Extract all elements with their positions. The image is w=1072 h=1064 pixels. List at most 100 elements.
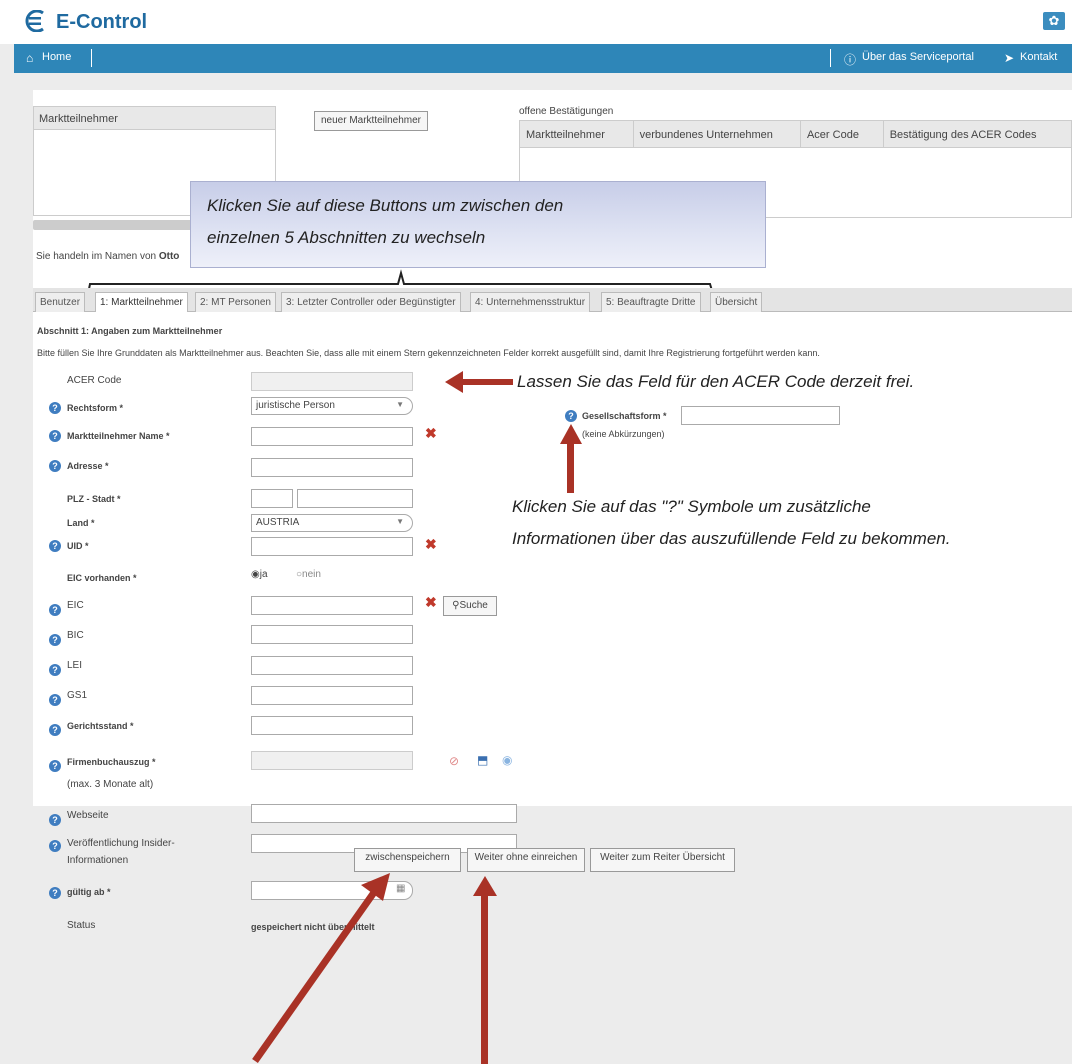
top-header: E-Control ✿ [0,0,1072,44]
help-note-1: Klicken Sie auf das "?" Symbole um zusät… [512,497,871,516]
e-control-logo-icon [25,10,44,32]
eic-vorhanden-label: EIC vorhanden * [67,573,137,583]
help-question-icon[interactable]: ? [49,460,61,472]
gesellschaftsform-note: (keine Abkürzungen) [582,429,665,439]
bic-label: BIC [67,630,84,641]
gesellschaftsform-label: Gesellschaftsform * [582,411,667,421]
help-question-icon[interactable]: ? [49,814,61,826]
gs1-input[interactable] [251,686,413,705]
help-question-icon[interactable]: ? [49,887,61,899]
eic-label: EIC [67,600,84,611]
land-value: AUSTRIA [256,517,300,528]
weiter-uebersicht-button[interactable]: Weiter zum Reiter Übersicht [590,848,735,872]
adresse-label: Adresse * [67,461,109,471]
bic-input[interactable] [251,625,413,644]
uid-input[interactable] [251,537,413,556]
nav-bar: ⌂ Home ⓘ Über das Serviceportal ➤ Kontak… [14,44,1072,73]
annotation-arrow [473,876,497,1064]
chevron-down-icon: ▼ [396,517,404,526]
pending-col-confirm[interactable]: Bestätigung des ACER Codes [884,121,1071,147]
help-question-icon[interactable]: ? [49,540,61,552]
annotation-arrowhead [560,424,582,444]
rechtsform-label: Rechtsform * [67,403,124,413]
plz-input[interactable] [251,489,293,508]
acer-code-label: ACER Code [67,375,122,386]
webseite-label: Webseite [67,810,109,821]
section-title: Abschnitt 1: Angaben zum Marktteilnehmer [37,326,223,336]
help-question-icon[interactable]: ? [49,724,61,736]
firmenbuch-input [251,751,413,770]
lei-input[interactable] [251,656,413,675]
stadt-input[interactable] [297,489,413,508]
nav-contact[interactable]: Kontakt [1020,51,1057,63]
rechtsform-select[interactable]: juristische Person ▼ [251,397,413,415]
webseite-input[interactable] [251,804,517,823]
help-question-icon[interactable]: ? [565,410,577,422]
participants-heading: Marktteilnehmer [33,106,276,130]
help-question-icon[interactable]: ? [49,430,61,442]
tab-marktteilnehmer[interactable]: 1: Marktteilnehmer [95,292,188,312]
callout-line-1: Klicken Sie auf diese Buttons um zwische… [207,196,564,215]
adresse-input[interactable] [251,458,413,477]
help-question-icon[interactable]: ? [49,664,61,676]
gesellschaftsform-input[interactable] [681,406,840,425]
help-question-icon[interactable]: ? [49,402,61,414]
eic-input[interactable] [251,596,413,615]
nav-divider [91,49,92,67]
help-question-icon[interactable]: ? [49,634,61,646]
error-x-icon: ✖ [425,425,437,441]
acer-note: Lassen Sie das Feld für den ACER Code de… [517,372,915,391]
acer-code-input [251,372,413,391]
pending-col-participant[interactable]: Marktteilnehmer [520,121,634,147]
callout-line-2: einzelnen 5 Abschnitten zu wechseln [207,228,486,247]
weiter-ohne-einreichen-button[interactable]: Weiter ohne einreichen [467,848,585,872]
acting-for-name: Otto [158,251,180,262]
firmenbuch-note: (max. 3 Monate alt) [67,779,154,790]
tab-mt-personen[interactable]: 2: MT Personen [195,292,276,312]
annotation-arrow [457,379,513,385]
lei-label: LEI [67,660,83,671]
chevron-down-icon: ▼ [396,400,404,409]
radio-ja[interactable]: ◉ja [251,569,268,580]
help-question-icon[interactable]: ? [49,604,61,616]
annotation-arrowhead [445,371,463,393]
new-participant-button[interactable]: neuer Marktteilnehmer [314,111,428,131]
radio-nein-label: nein [302,569,321,580]
brand-name: E-Control [56,11,148,33]
pending-col-company[interactable]: verbundenes Unternehmen [634,121,801,147]
tab-unternehmensstruktur[interactable]: 4: Unternehmensstruktur [470,292,591,312]
land-select[interactable]: AUSTRIA ▼ [251,514,413,532]
tab-controller[interactable]: 3: Letzter Controller oder Begünstigter [281,292,461,312]
help-question-icon[interactable]: ? [49,694,61,706]
help-question-icon[interactable]: ? [49,760,61,772]
status-label: Status [67,920,96,931]
insider-label-2: Informationen [67,855,129,866]
annotation-arrow [567,440,574,493]
gueltig-label: gültig ab * [67,887,111,897]
section-tabs: Benutzer 1: Marktteilnehmer 2: MT Person… [33,288,1072,312]
gs1-label: GS1 [67,690,88,701]
nav-about[interactable]: Über das Serviceportal [862,51,974,63]
search-button[interactable]: ⚲Suche [443,596,497,616]
view-icon[interactable]: ◉ [502,753,512,767]
name-input[interactable] [251,427,413,446]
pending-col-acer[interactable]: Acer Code [801,121,884,147]
radio-ja-label: ja [259,569,268,580]
tab-uebersicht[interactable]: Übersicht [710,292,763,312]
insider-label-1: Veröffentlichung Insider- [67,838,175,849]
pending-heading: offene Bestätigungen [519,106,614,117]
home-icon[interactable]: ⌂ [26,51,33,65]
zwischenspeichern-button[interactable]: zwischenspeichern [354,848,461,872]
upload-icon[interactable]: ⬒ [477,753,488,767]
name-label: Marktteilnehmer Name * [67,431,170,441]
nav-home[interactable]: Home [42,51,71,63]
tab-beauftragte-dritte[interactable]: 5: Beauftragte Dritte [601,292,701,312]
radio-nein[interactable]: ○nein [296,569,321,580]
gerichtsstand-input[interactable] [251,716,413,735]
tab-benutzer[interactable]: Benutzer [35,292,86,312]
gear-icon[interactable]: ✿ [1043,12,1065,30]
delete-icon[interactable]: ⊘ [449,754,459,768]
pending-table-header: Marktteilnehmer verbundenes Unternehmen … [519,120,1072,148]
help-question-icon[interactable]: ? [49,840,61,852]
nav-divider [830,49,831,67]
